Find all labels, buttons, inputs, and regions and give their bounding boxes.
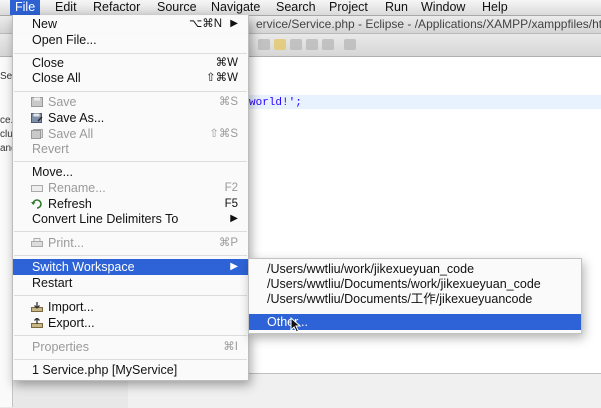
menu-item-close[interactable]: Close ⌘W xyxy=(13,55,248,71)
menu-separator xyxy=(14,295,247,296)
menu-shortcut: F5 xyxy=(224,198,238,210)
menu-item-label: Close All xyxy=(32,71,81,85)
menu-item-label: Move... xyxy=(32,165,73,179)
menu-separator xyxy=(14,91,247,92)
menu-shortcut: ⇧⌘S xyxy=(209,128,238,140)
menu-separator xyxy=(14,359,247,360)
back-icon[interactable] xyxy=(274,39,286,50)
save-all-icon xyxy=(31,129,43,139)
menu-separator xyxy=(14,231,247,232)
menu-item-recent-file[interactable]: 1 Service.php [MyService] xyxy=(13,362,248,378)
workspace-path: /Users/wwtliu/work/jikexueyuan_code xyxy=(267,262,475,276)
menu-project[interactable]: Project xyxy=(324,0,373,15)
menu-item-label: Rename... xyxy=(48,181,106,195)
menu-item-save[interactable]: Save ⌘S xyxy=(13,94,248,110)
menu-item-revert[interactable]: Revert xyxy=(13,141,248,157)
window-title: ervice/Service.php - Eclipse - /Applicat… xyxy=(256,17,601,31)
menu-window[interactable]: Window xyxy=(416,0,470,15)
menu-item-label: Revert xyxy=(32,142,69,156)
code-line: world!'; xyxy=(249,97,302,109)
menu-item-export[interactable]: Export... xyxy=(13,315,248,331)
pin-icon[interactable] xyxy=(344,39,356,50)
menu-item-new[interactable]: New ⌥⌘N ▶ xyxy=(13,16,248,32)
back-dropdown-icon[interactable] xyxy=(290,39,302,50)
refresh-icon xyxy=(31,199,42,209)
menu-refactor[interactable]: Refactor xyxy=(88,0,145,15)
menu-item-label: Print... xyxy=(48,236,85,250)
save-as-icon xyxy=(31,113,43,123)
workspace-path: /Users/wwtliu/Documents/work/jikexueyuan… xyxy=(267,277,541,291)
menu-shortcut: ⌘P xyxy=(218,237,238,249)
forward-icon[interactable] xyxy=(306,39,318,50)
menu-edit[interactable]: Edit xyxy=(50,0,82,15)
menu-separator xyxy=(14,255,247,256)
mouse-cursor-icon xyxy=(290,317,302,333)
menu-navigate[interactable]: Navigate xyxy=(206,0,265,15)
menu-search[interactable]: Search xyxy=(271,0,321,15)
menu-shortcut: F2 xyxy=(224,182,238,194)
export-icon xyxy=(31,318,43,328)
menu-item-move[interactable]: Move... xyxy=(13,164,248,180)
menu-item-convert-line-delimiters[interactable]: Convert Line Delimiters To ▶ xyxy=(13,211,248,227)
save-icon xyxy=(31,97,43,107)
menu-shortcut: ⇧⌘W xyxy=(206,72,238,84)
menu-run[interactable]: Run xyxy=(380,0,413,15)
menu-item-label: Restart xyxy=(32,276,73,290)
submenu-arrow-icon: ▶ xyxy=(230,18,238,29)
menu-shortcut: ⌘S xyxy=(218,96,238,108)
menu-item-label: Import... xyxy=(48,300,94,314)
menu-item-label: Properties xyxy=(32,340,89,354)
menu-item-rename[interactable]: Rename... F2 xyxy=(13,180,248,196)
menu-item-label: Open File... xyxy=(32,33,97,47)
menu-item-label: Convert Line Delimiters To xyxy=(32,212,179,226)
menu-separator xyxy=(14,335,247,336)
menu-bar: File Edit Refactor Source Navigate Searc… xyxy=(0,0,601,16)
menu-item-label: Refresh xyxy=(48,197,92,211)
menu-shortcut: ⌘W xyxy=(215,57,238,69)
tree-item[interactable]: clu xyxy=(0,129,12,140)
menu-item-save-all[interactable]: Save All ⇧⌘S xyxy=(13,126,248,142)
submenu-arrow-icon: ▶ xyxy=(230,213,238,224)
menu-item-label: 1 Service.php [MyService] xyxy=(32,363,178,377)
menu-separator xyxy=(14,161,247,162)
menu-item-restart[interactable]: Restart xyxy=(13,275,248,291)
menu-item-refresh[interactable]: Refresh F5 xyxy=(13,196,248,212)
menu-item-label: Close xyxy=(32,56,64,70)
workspace-path: /Users/wwtliu/Documents/工作/jikexueyuanco… xyxy=(267,292,533,306)
tree-item[interactable]: Se xyxy=(0,71,12,82)
menu-help[interactable]: Help xyxy=(477,0,513,15)
toolbar-icon[interactable] xyxy=(258,39,270,50)
menu-item-save-as[interactable]: Save As... xyxy=(13,110,248,126)
workspace-item[interactable]: /Users/wwtliu/Documents/工作/jikexueyuanco… xyxy=(249,291,581,307)
menu-shortcut: ⌘I xyxy=(223,341,238,353)
print-icon xyxy=(31,238,43,247)
menu-separator xyxy=(14,53,247,54)
workspace-item[interactable]: /Users/wwtliu/work/jikexueyuan_code xyxy=(249,261,581,277)
forward-dropdown-icon[interactable] xyxy=(322,39,334,50)
menu-item-properties[interactable]: Properties ⌘I xyxy=(13,339,248,355)
menu-item-label: Save xyxy=(48,95,77,109)
file-menu: New ⌥⌘N ▶ Open File... Close ⌘W Close Al… xyxy=(12,15,249,381)
menu-item-label: New xyxy=(32,17,58,31)
menu-item-label: Export... xyxy=(48,316,95,330)
import-icon xyxy=(31,302,43,312)
menu-item-print[interactable]: Print... ⌘P xyxy=(13,235,248,251)
workspace-item[interactable]: /Users/wwtliu/Documents/work/jikexueyuan… xyxy=(249,276,581,292)
menu-item-open-file[interactable]: Open File... xyxy=(13,32,248,48)
menu-source[interactable]: Source xyxy=(152,0,202,15)
rename-icon xyxy=(31,185,43,192)
menu-item-import[interactable]: Import... xyxy=(13,299,248,315)
menu-shortcut: ⌥⌘N xyxy=(188,18,222,30)
menu-item-switch-workspace[interactable]: Switch Workspace ▶ xyxy=(13,259,248,275)
menu-file[interactable]: File xyxy=(10,0,41,15)
menu-item-label: Switch Workspace xyxy=(32,260,135,274)
submenu-arrow-icon: ▶ xyxy=(230,261,238,272)
menu-item-close-all[interactable]: Close All ⇧⌘W xyxy=(13,70,248,86)
menu-item-label: Save As... xyxy=(48,111,105,125)
menu-item-label: Save All xyxy=(48,127,94,141)
